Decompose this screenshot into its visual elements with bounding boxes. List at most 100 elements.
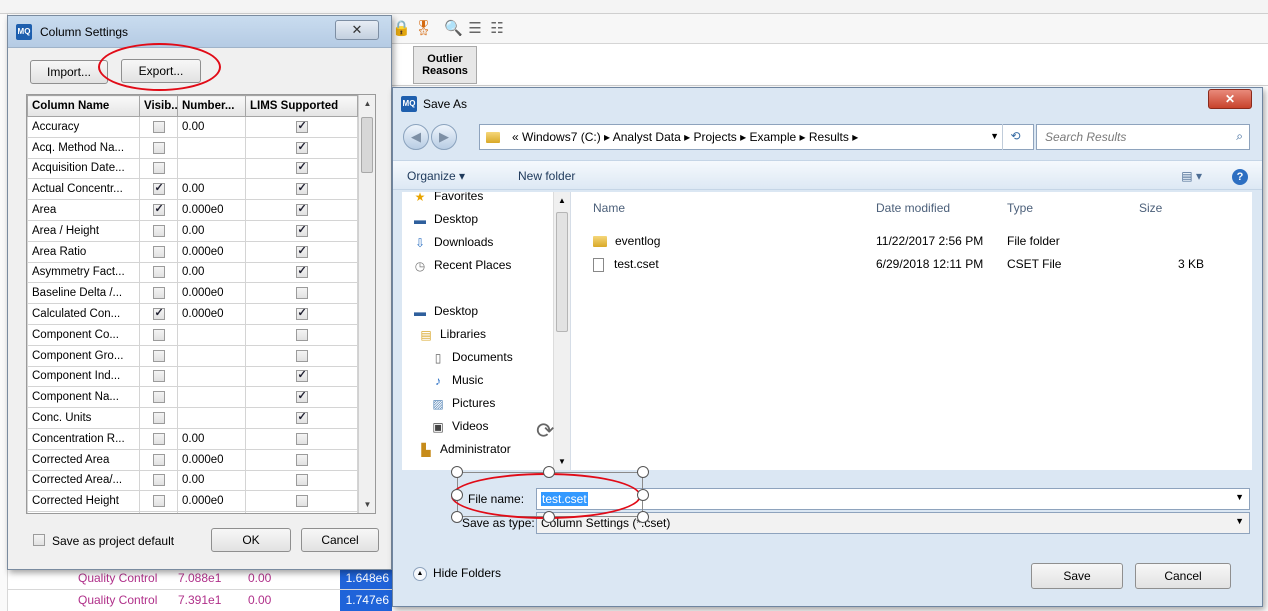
nav-item-music[interactable]: ♪ Music: [430, 373, 483, 393]
column-header-size[interactable]: Size: [1139, 201, 1162, 215]
number-format-cell[interactable]: 0.00: [177, 261, 246, 284]
number-format-cell[interactable]: 0.000e0: [177, 303, 246, 325]
lims-checkbox[interactable]: [295, 244, 308, 258]
resize-handle[interactable]: [637, 466, 649, 478]
table-row[interactable]: Concentration R... 0.00: [27, 427, 358, 450]
scroll-down-icon[interactable]: ▼: [359, 500, 375, 509]
ribbon-icon[interactable]: 🎖: [414, 20, 433, 38]
column-header-number[interactable]: Number...: [177, 95, 246, 117]
visible-checkbox[interactable]: [152, 349, 165, 362]
nav-item-videos[interactable]: ▣ Videos: [430, 419, 488, 439]
number-format-cell[interactable]: 0.000e0: [177, 448, 246, 471]
visible-checkbox[interactable]: [152, 162, 165, 175]
number-format-cell[interactable]: 0.000e0: [177, 490, 246, 513]
list-view-icon[interactable]: ☰: [466, 20, 484, 38]
close-button[interactable]: ✕: [1208, 89, 1252, 109]
table-row[interactable]: Component Na...: [27, 386, 358, 409]
ok-button[interactable]: OK: [211, 528, 291, 552]
nav-item-documents[interactable]: ▯ Documents: [430, 350, 513, 370]
visible-checkbox[interactable]: [152, 266, 165, 279]
nav-item-desktop[interactable]: ▬ Desktop: [412, 304, 478, 324]
table-row[interactable]: Area / Height 0.00: [27, 219, 358, 242]
number-format-cell[interactable]: 0.00: [177, 469, 246, 492]
visible-checkbox[interactable]: [152, 120, 165, 133]
scroll-up-icon[interactable]: ▲: [558, 196, 566, 205]
number-format-cell[interactable]: 0.000e0: [177, 282, 246, 305]
table-row[interactable]: Baseline Delta /... 0.000e0: [27, 282, 358, 305]
visible-checkbox[interactable]: [152, 495, 165, 508]
table-row[interactable]: Component Co...: [27, 323, 358, 346]
number-format-cell[interactable]: 0.000e0: [177, 240, 246, 263]
column-header-name[interactable]: Column Name: [27, 95, 140, 117]
lims-checkbox[interactable]: [295, 119, 308, 133]
number-format-cell[interactable]: 0.00: [177, 219, 246, 242]
number-format-cell[interactable]: [177, 386, 246, 409]
number-format-cell[interactable]: [177, 407, 246, 429]
outlier-reasons-header[interactable]: Outlier Reasons: [413, 46, 477, 84]
nav-item-libraries[interactable]: ▤ Libraries: [418, 327, 486, 347]
visible-checkbox[interactable]: [152, 287, 165, 300]
chevron-down-icon[interactable]: ▼: [1235, 492, 1244, 502]
visible-checkbox[interactable]: [152, 224, 165, 237]
nav-item-favorites[interactable]: ★ Favorites: [412, 192, 484, 209]
cancel-button[interactable]: Cancel: [1135, 563, 1231, 589]
number-format-cell[interactable]: 0.00: [177, 178, 246, 201]
rotate-handle-icon[interactable]: ⟳: [536, 418, 554, 444]
lims-checkbox[interactable]: [295, 453, 308, 466]
file-row[interactable]: test.cset 6/29/2018 12:11 PM CSET File 3…: [593, 257, 1223, 272]
number-format-cell[interactable]: 0.000e0: [177, 199, 246, 221]
vertical-scrollbar[interactable]: ▲ ▼: [358, 95, 375, 513]
search-icon[interactable]: ⌕: [1236, 129, 1243, 144]
forward-arrow-icon[interactable]: ▶: [431, 124, 457, 150]
background-row[interactable]: Quality Control 7.088e1 0.00 1.648e6: [8, 567, 392, 589]
scroll-thumb[interactable]: [361, 117, 373, 173]
lims-checkbox[interactable]: [295, 410, 308, 425]
help-icon[interactable]: ?: [1232, 169, 1248, 185]
lims-checkbox[interactable]: [295, 223, 308, 237]
file-row[interactable]: eventlog 11/22/2017 2:56 PM File folder: [593, 234, 1223, 248]
table-row[interactable]: Area Ratio 0.000e0: [27, 240, 358, 263]
address-bar[interactable]: « Windows7 (C:) ▸ Analyst Data ▸ Project…: [479, 124, 1034, 150]
resize-handle[interactable]: [637, 489, 649, 501]
table-row[interactable]: Corrected Area/... 0.00: [27, 469, 358, 492]
background-row[interactable]: Quality Control 7.391e1 0.00 1.747e6: [8, 589, 392, 611]
column-header-name[interactable]: Name: [593, 201, 625, 215]
cancel-button[interactable]: Cancel: [301, 528, 379, 552]
column-header-date[interactable]: Date modified: [876, 201, 950, 215]
lims-checkbox[interactable]: [295, 389, 308, 404]
navigation-scrollbar[interactable]: ▲ ▼: [553, 192, 570, 470]
table-row[interactable]: Actual Concentr... 0.00: [27, 178, 358, 201]
lims-checkbox[interactable]: [295, 287, 308, 300]
nav-item-administrator[interactable]: ▙ Administrator: [418, 442, 510, 462]
visible-checkbox[interactable]: [152, 181, 165, 196]
resize-handle[interactable]: [451, 489, 463, 501]
lims-checkbox[interactable]: [295, 140, 308, 154]
hide-folders-button[interactable]: ▲ Hide Folders: [413, 566, 501, 581]
table-view-icon[interactable]: ☷: [488, 20, 506, 38]
lims-checkbox[interactable]: [295, 264, 308, 279]
number-format-cell[interactable]: [177, 365, 246, 388]
nav-item-recent-places[interactable]: ◷ Recent Places: [412, 258, 512, 278]
nav-item-downloads[interactable]: ⇩ Downloads: [412, 235, 493, 255]
lims-checkbox[interactable]: [295, 368, 308, 383]
column-header-type[interactable]: Type: [1007, 201, 1033, 215]
scroll-down-icon[interactable]: ▼: [558, 457, 566, 466]
nav-item-pictures[interactable]: ▨ Pictures: [430, 396, 495, 416]
table-row[interactable]: Acq. Method Na...: [27, 136, 358, 159]
resize-handle[interactable]: [543, 466, 555, 478]
lims-checkbox[interactable]: [295, 181, 308, 196]
number-format-cell[interactable]: [177, 136, 246, 159]
scroll-thumb[interactable]: [556, 212, 568, 332]
table-row[interactable]: Area 0.000e0: [27, 199, 358, 221]
visible-checkbox[interactable]: [152, 370, 165, 383]
column-settings-titlebar[interactable]: MQ Column Settings ✕: [8, 16, 391, 48]
table-row[interactable]: Dilution Factor 0.00: [27, 511, 358, 513]
visible-checkbox[interactable]: [152, 391, 165, 404]
lock-icon[interactable]: 🔒: [392, 20, 411, 38]
view-options-icon[interactable]: ▤ ▾: [1181, 169, 1202, 183]
visible-checkbox[interactable]: [152, 328, 165, 341]
resize-handle[interactable]: [451, 466, 463, 478]
save-button[interactable]: Save: [1031, 563, 1123, 589]
visible-checkbox[interactable]: [152, 474, 165, 487]
chevron-down-icon[interactable]: ▼: [1235, 516, 1244, 526]
